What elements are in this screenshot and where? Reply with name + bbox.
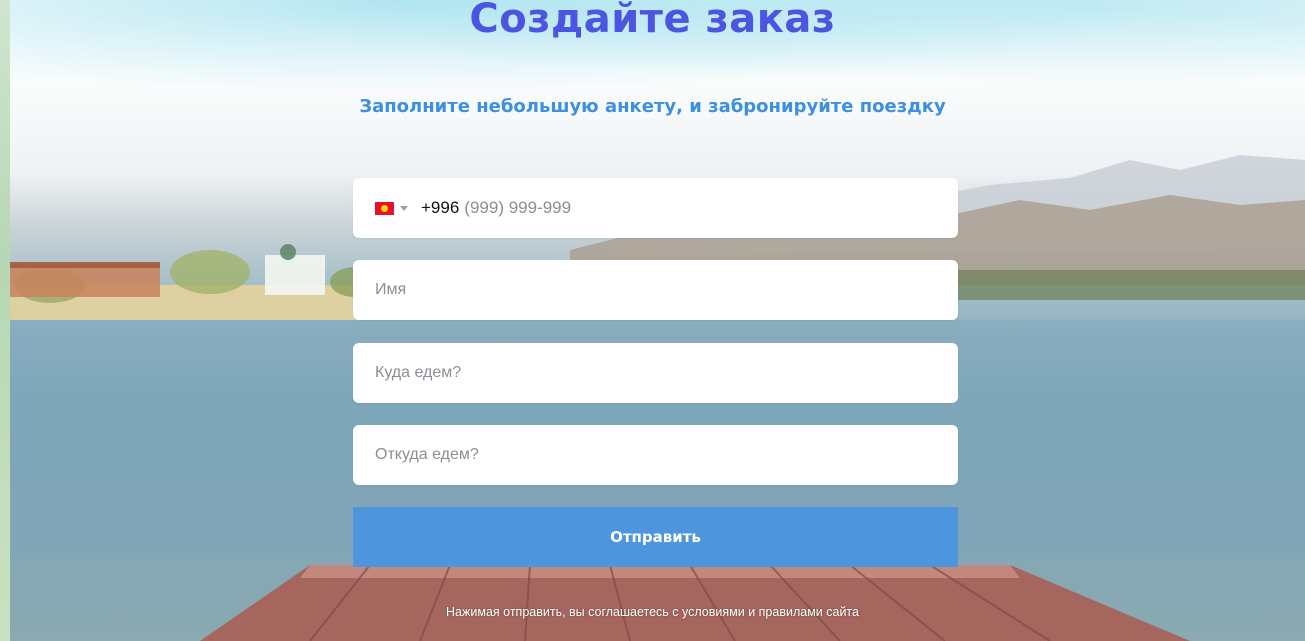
tree-line-right (950, 270, 1305, 300)
origin-field[interactable]: Откуда едем? (353, 425, 958, 485)
destination-field[interactable]: Куда едем? (353, 343, 958, 403)
destination-placeholder: Куда едем? (375, 364, 462, 381)
chevron-down-icon[interactable] (400, 205, 408, 211)
name-field[interactable]: Имя (353, 260, 958, 320)
tree-left-2 (170, 250, 250, 294)
origin-placeholder: Откуда едем? (375, 446, 479, 463)
building-dome (280, 244, 296, 260)
name-placeholder: Имя (375, 281, 407, 298)
phone-field[interactable]: +996 (999) 999-999 (353, 178, 958, 238)
building-left-roof (10, 262, 160, 268)
phone-country-code: +996 (421, 198, 460, 217)
page-title: Создайте заказ (469, 0, 836, 42)
building-left (10, 265, 160, 297)
building-white (265, 255, 325, 295)
kyrgyzstan-flag-icon[interactable] (375, 201, 394, 215)
page-subtitle: Заполните небольшую анкету, и забронируй… (359, 96, 946, 117)
submit-button[interactable]: Отправить (353, 507, 958, 567)
terms-notice: Нажимая отправить, вы соглашаетесь с усл… (446, 605, 859, 619)
phone-mask-placeholder: (999) 999-999 (464, 198, 572, 217)
